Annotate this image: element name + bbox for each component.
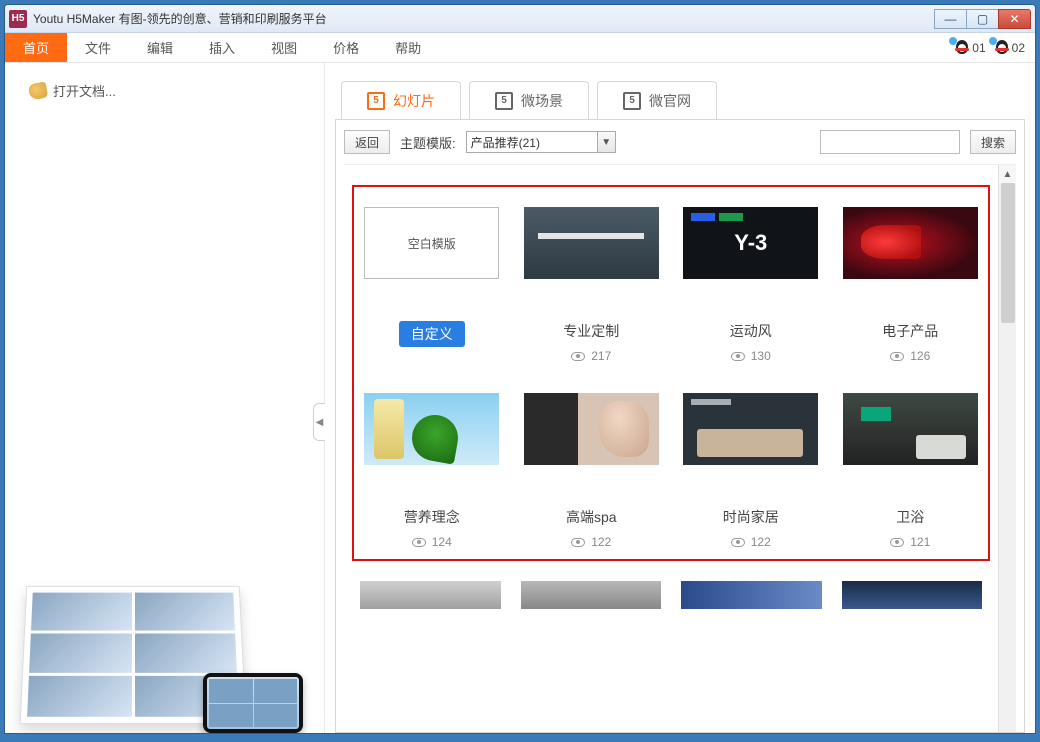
menu-home[interactable]: 首页 xyxy=(5,33,67,62)
template-card[interactable]: 空白模版自定义 xyxy=(362,207,502,363)
search-input[interactable] xyxy=(820,130,960,154)
tab-scene[interactable]: 5 微场景 xyxy=(469,81,589,119)
chevron-down-icon: ▼ xyxy=(597,132,615,152)
open-document[interactable]: 打开文档... xyxy=(5,81,324,100)
tab-slides-label: 幻灯片 xyxy=(393,91,435,111)
template-view-count: 121 xyxy=(910,535,930,549)
eye-icon xyxy=(731,538,745,547)
template-card[interactable]: 专业定制 217 xyxy=(522,207,662,363)
h5-icon: 5 xyxy=(623,92,641,110)
eye-icon xyxy=(412,538,426,547)
template-views: 130 xyxy=(731,349,771,363)
qq-label-2: 02 xyxy=(1012,41,1025,55)
template-card[interactable]: 卫浴 121 xyxy=(841,393,981,549)
template-view-count: 126 xyxy=(910,349,930,363)
vertical-scrollbar[interactable]: ▲ xyxy=(998,165,1016,732)
template-thumbnail-blank: 空白模版 xyxy=(364,207,499,279)
template-views: 126 xyxy=(890,349,930,363)
qq-contact-1[interactable]: 01 xyxy=(954,40,985,56)
template-title: 专业定制 xyxy=(563,321,619,341)
menu-edit[interactable]: 编辑 xyxy=(129,33,191,62)
template-card[interactable]: 电子产品 126 xyxy=(841,207,981,363)
window-title: Youtu H5Maker 有图-领先的创意、营销和印刷服务平台 xyxy=(33,10,935,27)
template-thumbnail: Y-3 xyxy=(683,207,818,279)
template-views: 217 xyxy=(571,349,611,363)
template-title: 卫浴 xyxy=(896,507,924,527)
qq-icon xyxy=(994,40,1010,56)
template-thumbnail[interactable] xyxy=(842,581,983,609)
template-card[interactable]: 营养理念 124 xyxy=(362,393,502,549)
tabs: 5 幻灯片 5 微场景 5 微官网 xyxy=(341,81,1025,119)
theme-select-value: 产品推荐(21) xyxy=(471,134,540,151)
menu-help[interactable]: 帮助 xyxy=(377,33,439,62)
menubar: 首页 文件 编辑 插入 视图 价格 帮助 01 02 xyxy=(5,33,1035,63)
template-thumbnail xyxy=(524,207,659,279)
sidebar: 打开文档... ◀ xyxy=(5,63,325,733)
search-button[interactable]: 搜索 xyxy=(970,130,1016,154)
template-views: 124 xyxy=(412,535,452,549)
qq-contact-2[interactable]: 02 xyxy=(994,40,1025,56)
h5-icon: 5 xyxy=(495,92,513,110)
tab-slides[interactable]: 5 幻灯片 xyxy=(341,81,461,119)
template-card[interactable]: 时尚家居 122 xyxy=(681,393,821,549)
menu-view[interactable]: 视图 xyxy=(253,33,315,62)
collapse-sidebar-button[interactable]: ◀ xyxy=(313,403,325,441)
template-view-count: 124 xyxy=(432,535,452,549)
eye-icon xyxy=(571,352,585,361)
titlebar: H5 Youtu H5Maker 有图-领先的创意、营销和印刷服务平台 — ▢ … xyxy=(5,5,1035,33)
menu-file[interactable]: 文件 xyxy=(67,33,129,62)
theme-select[interactable]: 产品推荐(21) ▼ xyxy=(466,131,616,153)
template-view-count: 122 xyxy=(591,535,611,549)
template-highlight-region: 空白模版自定义专业定制217Y-3运动风130电子产品126营养理念124高端s… xyxy=(352,185,990,561)
template-views: 122 xyxy=(571,535,611,549)
app-icon: H5 xyxy=(9,10,27,28)
scrollbar-thumb[interactable] xyxy=(1001,183,1015,323)
close-button[interactable]: ✕ xyxy=(998,9,1031,29)
template-thumbnail[interactable] xyxy=(360,581,501,609)
qq-icon xyxy=(954,40,970,56)
template-title: 营养理念 xyxy=(404,507,460,527)
template-thumbnail[interactable] xyxy=(521,581,662,609)
template-thumbnail[interactable] xyxy=(681,581,822,609)
eye-icon xyxy=(890,538,904,547)
eye-icon xyxy=(890,352,904,361)
template-views: 121 xyxy=(890,535,930,549)
tab-website-label: 微官网 xyxy=(649,91,691,111)
back-button[interactable]: 返回 xyxy=(344,130,390,154)
eye-icon xyxy=(571,538,585,547)
theme-label: 主题模版: xyxy=(400,133,456,152)
template-thumbnail xyxy=(524,393,659,465)
template-thumbnail xyxy=(843,393,978,465)
template-card[interactable]: Y-3 运动风 130 xyxy=(681,207,821,363)
maximize-button[interactable]: ▢ xyxy=(966,9,999,29)
template-title: 高端spa xyxy=(566,507,617,527)
open-icon xyxy=(28,81,49,100)
minimize-button[interactable]: — xyxy=(934,9,967,29)
template-thumbnail xyxy=(364,393,499,465)
template-badge: 自定义 xyxy=(399,321,465,347)
tab-scene-label: 微场景 xyxy=(521,91,563,111)
template-thumbnail xyxy=(843,207,978,279)
template-thumbnail xyxy=(683,393,818,465)
template-view-count: 130 xyxy=(751,349,771,363)
template-title: 时尚家居 xyxy=(723,507,779,527)
qq-label-1: 01 xyxy=(972,41,985,55)
template-view-count: 217 xyxy=(591,349,611,363)
open-document-label: 打开文档... xyxy=(53,81,116,100)
template-views: 122 xyxy=(731,535,771,549)
h5-icon: 5 xyxy=(367,92,385,110)
template-title: 运动风 xyxy=(730,321,772,341)
sidebar-preview xyxy=(23,573,303,733)
template-view-count: 122 xyxy=(751,535,771,549)
menu-insert[interactable]: 插入 xyxy=(191,33,253,62)
menu-price[interactable]: 价格 xyxy=(315,33,377,62)
toolbar: 返回 主题模版: 产品推荐(21) ▼ 搜索 xyxy=(344,130,1016,154)
template-card[interactable]: 高端spa 122 xyxy=(522,393,662,549)
template-title: 电子产品 xyxy=(882,321,938,341)
eye-icon xyxy=(731,352,745,361)
tab-website[interactable]: 5 微官网 xyxy=(597,81,717,119)
scroll-up-icon[interactable]: ▲ xyxy=(999,165,1016,183)
